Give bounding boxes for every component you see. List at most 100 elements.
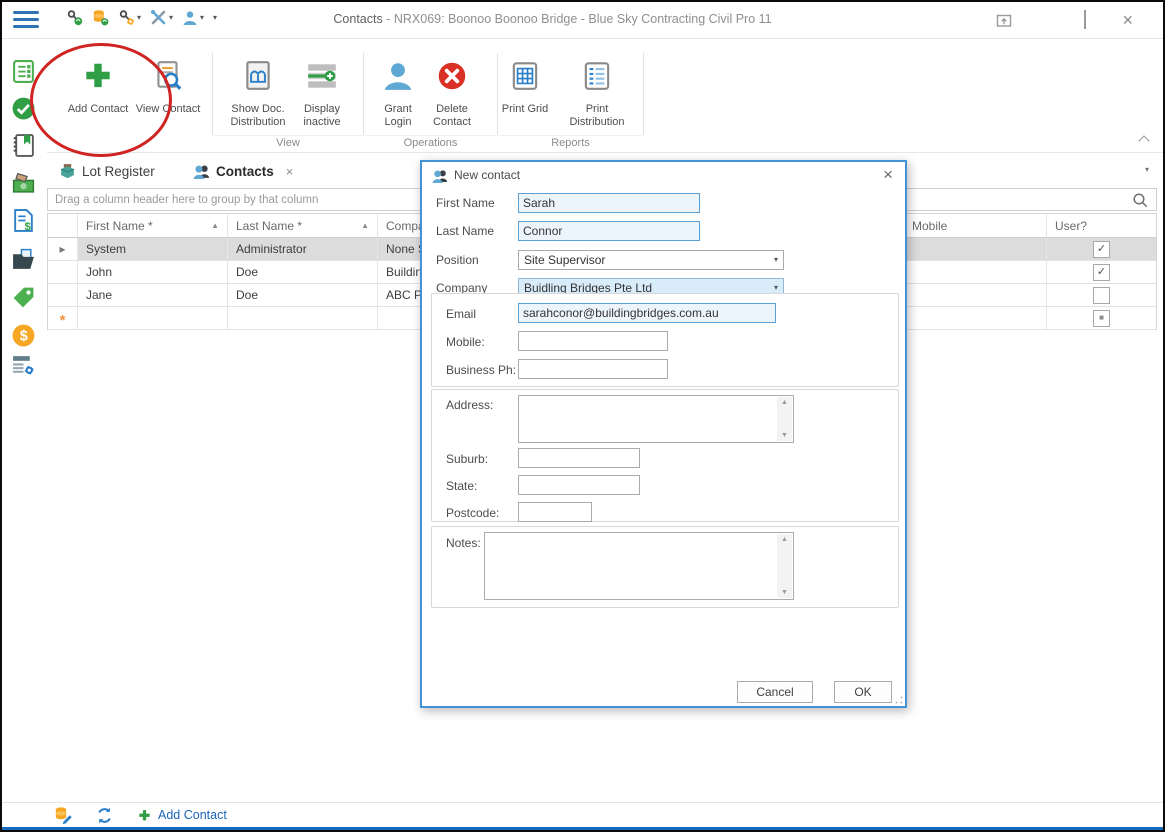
caret-down-icon: ▾ (774, 284, 778, 292)
cell-first-name[interactable]: John (78, 261, 228, 283)
grant-login-button[interactable]: GrantLogin (369, 39, 427, 129)
position-select[interactable]: Site Supervisor ▾ (518, 250, 784, 270)
tab-contacts[interactable]: Contacts × (193, 163, 293, 180)
row-indicator: ▸ (48, 238, 78, 260)
mobile-field[interactable] (518, 331, 668, 351)
caret-down-icon[interactable]: ▾ (137, 14, 141, 22)
column-header-last-name[interactable]: Last Name *▲ (228, 214, 378, 237)
add-contact-button[interactable]: Add Contact (60, 39, 136, 116)
tools-icon[interactable]: ▾ (150, 9, 173, 26)
first-name-label: First Name (436, 196, 495, 210)
scroll-up-icon[interactable]: ▲ (777, 399, 792, 406)
address-textarea[interactable]: ▲ ▼ (518, 395, 794, 443)
ok-button[interactable]: OK (834, 681, 892, 703)
cell-last-name[interactable]: Doe (228, 284, 378, 306)
dollar-circle-icon[interactable]: $ (11, 323, 37, 349)
column-header-mobile[interactable]: Mobile (904, 214, 1047, 237)
view-contact-button[interactable]: View Contact (130, 39, 206, 116)
checkbox-unchecked[interactable] (1093, 287, 1110, 304)
tab-close-icon[interactable]: × (286, 164, 294, 179)
group-by-hint: Drag a column header here to group by th… (55, 194, 318, 206)
invoice-icon[interactable]: $ (11, 208, 37, 234)
cell-first-name[interactable] (78, 307, 228, 329)
scroll-down-icon[interactable]: ▼ (777, 432, 792, 439)
cell-mobile[interactable] (904, 238, 1047, 260)
svg-text:$: $ (20, 329, 28, 345)
column-header-user[interactable]: User? (1047, 214, 1156, 237)
edit-data-icon[interactable] (54, 806, 72, 824)
hamburger-menu-icon[interactable] (13, 11, 39, 29)
caret-down-icon[interactable]: ▾ (169, 14, 173, 22)
notebook-icon[interactable] (11, 133, 37, 159)
cell-mobile[interactable] (904, 261, 1047, 283)
key-sync-icon[interactable] (66, 9, 83, 26)
cell-mobile[interactable] (904, 284, 1047, 306)
tab-lot-register[interactable]: Lot Register (59, 163, 155, 180)
cell-last-name[interactable]: Administrator (228, 238, 378, 260)
print-distribution-button[interactable]: PrintDistribution (559, 39, 635, 129)
cell-first-name[interactable]: Jane (78, 284, 228, 306)
state-field[interactable] (518, 475, 640, 495)
cell-user[interactable] (1047, 284, 1156, 306)
print-grid-button[interactable]: Print Grid (487, 39, 563, 116)
ribbon-group-operations: Operations (364, 135, 497, 152)
key-settings-icon[interactable]: ▾ (118, 9, 141, 26)
tab-list-caret-icon[interactable]: ▾ (1145, 166, 1149, 174)
cell-user[interactable]: ■ (1047, 307, 1156, 329)
scroll-down-icon[interactable]: ▼ (777, 589, 792, 596)
scroll-up-icon[interactable]: ▲ (777, 536, 792, 543)
payment-hand-icon[interactable] (11, 170, 37, 196)
last-name-label: Last Name (436, 224, 494, 238)
show-doc-distribution-button[interactable]: Show Doc.Distribution (221, 39, 295, 129)
grid-settings-icon[interactable] (11, 353, 37, 379)
checkbox-indeterminate[interactable]: ■ (1093, 310, 1110, 327)
cell-last-name[interactable]: Doe (228, 261, 378, 283)
dialog-close-icon[interactable]: × (883, 165, 893, 185)
search-icon[interactable] (1132, 192, 1149, 209)
suburb-field[interactable] (518, 448, 640, 468)
cell-mobile[interactable] (904, 307, 1047, 329)
cell-first-name[interactable]: System (78, 238, 228, 260)
cell-user[interactable]: ✓ (1047, 261, 1156, 283)
checkbox-checked[interactable]: ✓ (1093, 241, 1110, 258)
svg-text:$: $ (25, 221, 32, 233)
left-icon-sidebar: $ $ (2, 39, 46, 800)
cell-user[interactable]: ✓ (1047, 238, 1156, 260)
cell-last-name[interactable] (228, 307, 378, 329)
ribbon-separator (363, 53, 364, 135)
ribbon-collapse-icon[interactable] (1140, 137, 1149, 146)
close-icon[interactable]: × (1122, 13, 1133, 27)
scrollbar[interactable]: ▲ ▼ (777, 397, 792, 441)
checkbox-checked[interactable]: ✓ (1093, 264, 1110, 281)
cancel-button[interactable]: Cancel (737, 681, 813, 703)
column-header-first-name[interactable]: First Name *▲ (78, 214, 228, 237)
delete-contact-button[interactable]: DeleteContact (423, 39, 481, 129)
maximize-icon[interactable] (1084, 11, 1086, 29)
check-circle-icon[interactable] (11, 96, 37, 122)
sort-asc-icon: ▲ (361, 221, 369, 230)
postcode-field[interactable] (518, 502, 592, 522)
dialog-title-bar[interactable]: New contact × (422, 162, 905, 189)
window-controls: × (996, 11, 1133, 29)
database-sync-icon[interactable] (92, 9, 109, 26)
email-field[interactable] (518, 303, 776, 323)
refresh-icon[interactable] (96, 807, 113, 824)
display-inactive-button[interactable]: Displayinactive (287, 39, 357, 129)
sort-asc-icon: ▲ (211, 221, 219, 230)
person-icon (381, 59, 415, 93)
scrollbar[interactable]: ▲ ▼ (777, 534, 792, 598)
email-label: Email (446, 307, 476, 321)
folder-icon[interactable] (11, 247, 37, 273)
new-row-indicator: * (48, 307, 78, 329)
user-menu-icon[interactable]: ▾ (182, 10, 204, 26)
notes-textarea[interactable]: ▲ ▼ (484, 532, 794, 600)
float-window-icon[interactable] (996, 12, 1012, 28)
last-name-field[interactable] (518, 221, 700, 241)
resize-grip[interactable] (895, 696, 903, 704)
checklist-icon[interactable] (11, 59, 37, 85)
status-add-contact-button[interactable]: Add Contact (137, 808, 227, 823)
display-inactive-icon (305, 59, 339, 93)
first-name-field[interactable] (518, 193, 700, 213)
business-phone-field[interactable] (518, 359, 668, 379)
tag-icon[interactable] (11, 285, 37, 311)
